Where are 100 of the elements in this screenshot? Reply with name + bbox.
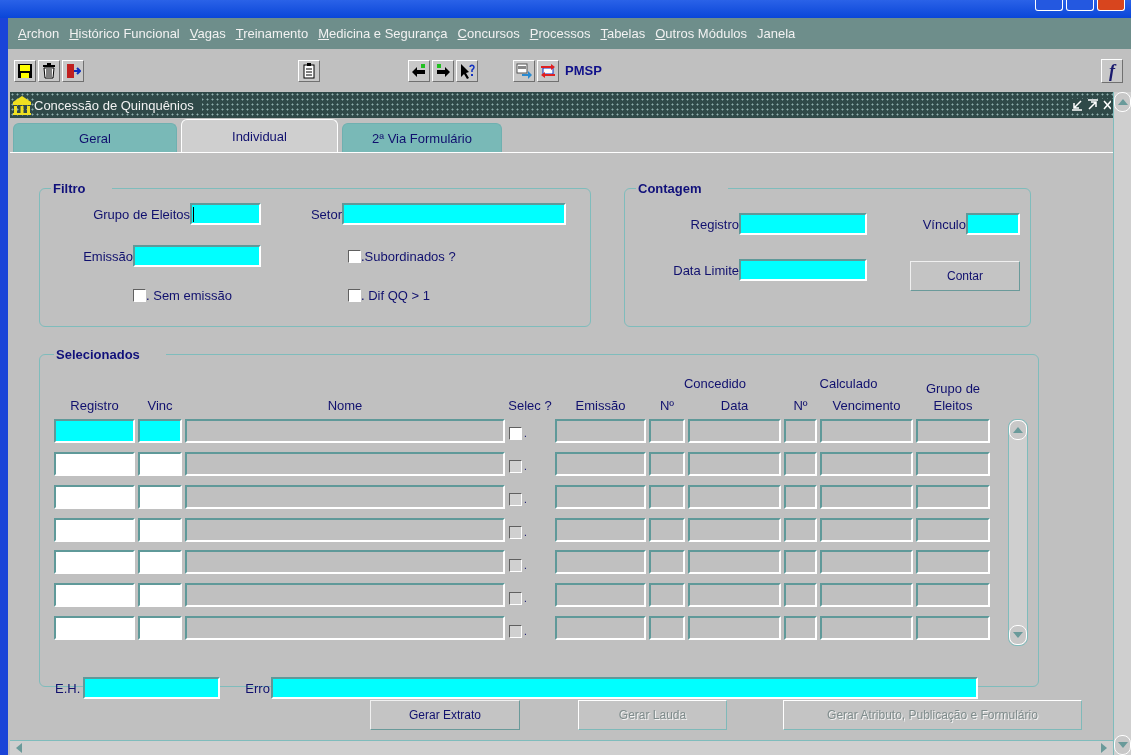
function-button[interactable]: f (1101, 58, 1123, 83)
menu-item[interactable]: Archon (13, 26, 65, 41)
field-label: Erro (245, 680, 270, 696)
menu-item[interactable]: Concursos (452, 26, 525, 41)
maximize-button[interactable] (1066, 0, 1094, 11)
close-button[interactable] (1097, 0, 1125, 11)
table-cell[interactable] (54, 583, 135, 608)
field-label: Data Limite (672, 262, 739, 278)
help-pointer-icon[interactable] (456, 59, 478, 82)
checkbox-label: . (524, 428, 527, 440)
menu-item[interactable]: Vagas (184, 26, 231, 41)
table-cell[interactable] (138, 484, 182, 509)
window-title: Concessão de Quinquênios (34, 97, 202, 113)
save-icon[interactable] (14, 59, 36, 82)
menu-item[interactable]: Treinamento (230, 26, 314, 41)
column-header: Vencimento (831, 398, 902, 415)
field-label: Registro (689, 216, 739, 232)
column-header: Nº (658, 398, 676, 415)
table-cell[interactable] (54, 451, 135, 476)
field-label: Setor (309, 206, 342, 222)
field-label: Grupo de Eleitos (92, 206, 190, 222)
column-header: Registro (69, 397, 120, 415)
table-cell[interactable] (54, 517, 135, 542)
field-label: Vínculo (921, 216, 966, 232)
checkbox[interactable] (509, 493, 522, 507)
scrollbar[interactable] (1008, 419, 1028, 646)
checkbox-label: .Subordinados ? (361, 248, 456, 264)
table-cell[interactable] (138, 583, 182, 608)
minimize-button[interactable] (1035, 0, 1063, 11)
menu-item[interactable]: Processos (524, 26, 596, 41)
building-icon (12, 95, 32, 115)
table-cell[interactable] (138, 419, 182, 443)
table-cell[interactable] (138, 451, 182, 476)
checkbox[interactable] (133, 288, 146, 302)
input-field[interactable] (739, 213, 867, 235)
down-arrow-icon[interactable] (1013, 632, 1023, 638)
up-arrow-icon[interactable] (1117, 99, 1128, 105)
input-field[interactable] (739, 259, 867, 281)
column-header: Emissão (574, 397, 627, 415)
input-field[interactable] (190, 203, 261, 225)
column-header: Selec ? (508, 397, 552, 415)
checkbox[interactable] (509, 558, 522, 572)
scrollbar[interactable] (10, 740, 1113, 755)
checkbox[interactable] (509, 460, 522, 474)
table-cell[interactable] (138, 616, 182, 641)
table-cell[interactable] (54, 484, 135, 509)
input-field[interactable] (270, 677, 978, 699)
column-header: Nome (326, 397, 364, 415)
group-title: Selecionados (55, 347, 141, 362)
table-cell[interactable] (54, 616, 135, 641)
scroll-down-button[interactable] (1009, 625, 1027, 645)
field-label: Emissão (82, 248, 133, 264)
menu-item[interactable]: Outros Módulos (650, 26, 752, 41)
trash-icon[interactable] (38, 59, 60, 82)
checkbox-label: . (524, 592, 527, 604)
checkbox[interactable] (348, 249, 361, 263)
menu-item[interactable]: Histórico Funcional (64, 26, 185, 41)
tab[interactable]: Individual (181, 119, 338, 152)
organization-label: PMSP (565, 63, 602, 78)
column-header: Vinc (146, 397, 174, 415)
column-header: Grupo de Eleitos (924, 380, 982, 415)
swap-arrows-icon[interactable] (537, 59, 559, 82)
checkbox[interactable] (348, 288, 361, 302)
input-field[interactable] (83, 677, 221, 699)
checkbox[interactable] (509, 427, 522, 441)
menu-item[interactable]: Medicina e Segurança (313, 26, 453, 41)
scrollbar[interactable] (1113, 92, 1131, 755)
down-arrow-icon[interactable] (1117, 742, 1128, 748)
table-cell[interactable] (54, 550, 135, 575)
scroll-up-button[interactable] (1009, 420, 1027, 440)
column-header: Nº (792, 398, 809, 415)
column-group-header: Concedido (682, 376, 748, 393)
scroll-down-button[interactable] (1114, 735, 1131, 755)
table-cell[interactable] (138, 517, 182, 542)
minimize-icon[interactable] (1071, 99, 1083, 111)
checkbox[interactable] (509, 526, 522, 539)
maximize-icon[interactable] (1087, 99, 1099, 111)
tab[interactable]: Geral (13, 123, 177, 152)
export-icon[interactable] (513, 59, 535, 82)
checkbox[interactable] (509, 624, 522, 638)
table-cell[interactable] (54, 419, 135, 443)
close-icon[interactable] (1103, 99, 1111, 111)
menu-item[interactable]: Janela (752, 26, 801, 41)
up-arrow-icon[interactable] (1013, 427, 1023, 433)
clipboard-icon[interactable] (298, 59, 320, 82)
checkbox-label: . (524, 559, 527, 571)
input-field[interactable] (966, 213, 1020, 235)
checkbox[interactable] (509, 591, 522, 605)
column-header: Data (719, 398, 750, 415)
checkbox-label: . Dif QQ > 1 (361, 287, 430, 303)
menu-item[interactable]: Tabelas (595, 26, 651, 41)
input-field[interactable] (133, 245, 261, 267)
input-field[interactable] (342, 203, 566, 225)
group-title: Contagem (637, 181, 703, 196)
action-button[interactable]: Gerar Extrato (370, 700, 520, 730)
exit-door-icon[interactable] (62, 59, 84, 82)
checkbox-label: . Sem emissão (146, 287, 232, 303)
table-cell[interactable] (138, 550, 182, 575)
count-button[interactable]: Contar (910, 261, 1020, 291)
tab[interactable]: 2ª Via Formulário (342, 123, 502, 152)
